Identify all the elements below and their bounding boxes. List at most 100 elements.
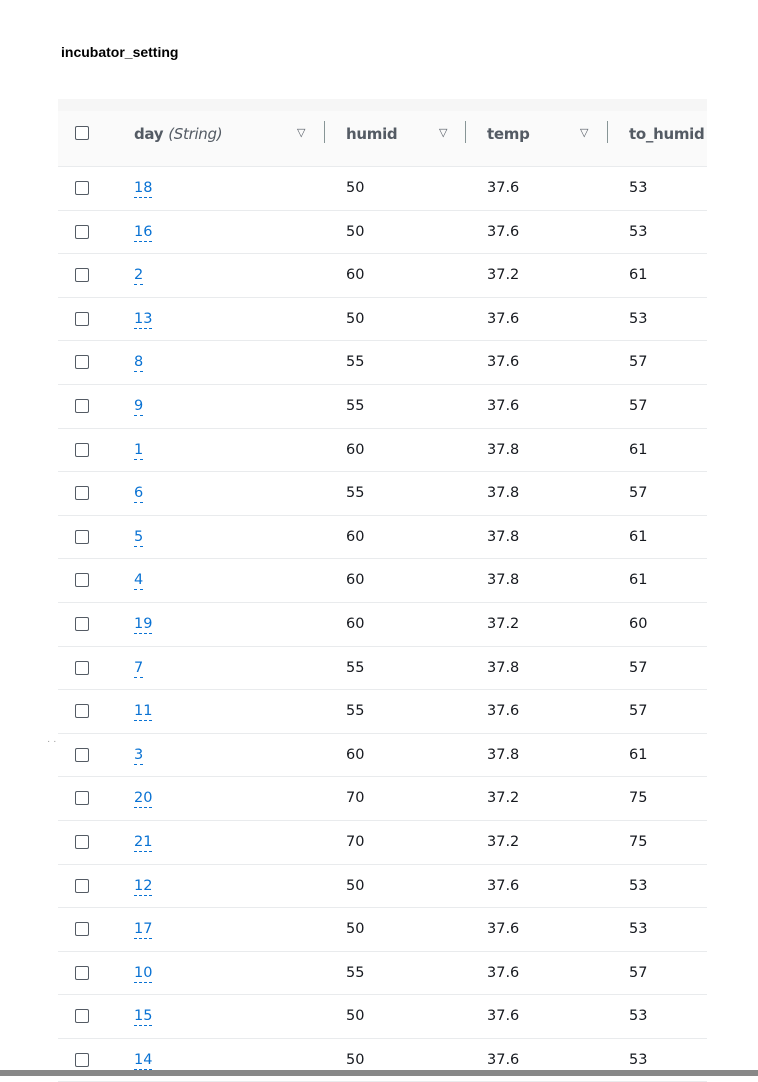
column-header-day[interactable]: day (String): [134, 123, 223, 145]
row-checkbox[interactable]: [75, 616, 89, 631]
day-link[interactable]: 2: [134, 267, 144, 286]
day-link[interactable]: 4: [134, 572, 144, 591]
table-row[interactable]: 4 60 37.8 61: [58, 559, 707, 603]
day-link[interactable]: 15: [134, 1008, 153, 1027]
cell-temp: 37.8: [487, 659, 520, 676]
select-all-checkbox[interactable]: [75, 126, 89, 140]
day-link[interactable]: 19: [134, 616, 153, 634]
table-row[interactable]: 7 55 37.8 57: [58, 647, 707, 691]
header-band: [58, 99, 707, 111]
table-row[interactable]: 8 55 37.6 57: [58, 341, 707, 385]
column-header-temp[interactable]: temp: [487, 123, 530, 145]
data-table: day (String) ▽ humid ▽ temp ▽ to_humid 1…: [58, 99, 707, 1082]
day-link[interactable]: 17: [134, 921, 153, 940]
cell-humid: 60: [346, 441, 365, 458]
table-row[interactable]: 2 60 37.2 61: [58, 254, 707, 298]
cell-to-humid: 61: [629, 441, 648, 458]
table-row[interactable]: 16 50 37.6 53: [58, 211, 707, 255]
column-label-day: day: [134, 125, 164, 143]
row-checkbox[interactable]: [75, 1052, 89, 1067]
day-link[interactable]: 7: [134, 660, 144, 678]
cell-to-humid: 61: [629, 267, 648, 284]
day-link[interactable]: 14: [134, 1052, 153, 1070]
sort-caret-down-icon[interactable]: ▽: [580, 126, 588, 139]
row-checkbox[interactable]: [75, 704, 89, 719]
row-checkbox[interactable]: [75, 398, 89, 413]
cell-humid: 50: [346, 1008, 365, 1025]
scrollbar-track[interactable]: [0, 1070, 758, 1076]
row-checkbox[interactable]: [75, 529, 89, 544]
cell-temp: 37.8: [487, 485, 520, 502]
cell-to-humid: 53: [629, 921, 648, 938]
table-row[interactable]: 9 55 37.6 57: [58, 385, 707, 429]
day-link[interactable]: 6: [134, 485, 144, 504]
row-checkbox[interactable]: [75, 181, 89, 195]
cell-humid: 55: [346, 703, 365, 720]
cell-to-humid: 57: [629, 964, 648, 981]
row-checkbox[interactable]: [75, 311, 89, 326]
day-link[interactable]: 10: [134, 965, 153, 983]
row-checkbox[interactable]: [75, 442, 89, 457]
row-checkbox[interactable]: [75, 224, 89, 239]
cell-day: 15: [134, 995, 153, 1038]
day-link[interactable]: 13: [134, 311, 153, 329]
day-link[interactable]: 3: [134, 747, 144, 765]
cell-temp: 37.8: [487, 528, 520, 545]
row-checkbox[interactable]: [75, 486, 89, 501]
row-checkbox[interactable]: [75, 268, 89, 283]
table-row[interactable]: 18 50 37.6 53: [58, 167, 707, 211]
row-checkbox[interactable]: [75, 791, 89, 806]
day-link[interactable]: 8: [134, 354, 144, 373]
table-row[interactable]: 20 70 37.2 75: [58, 777, 707, 821]
cell-to-humid: 53: [629, 310, 648, 327]
page-title: incubator_setting: [61, 44, 179, 60]
row-checkbox[interactable]: [75, 1009, 89, 1024]
column-type-day: (String): [168, 125, 223, 143]
row-checkbox[interactable]: [75, 355, 89, 370]
cell-to-humid: 57: [629, 703, 648, 720]
table-row[interactable]: 12 50 37.6 53: [58, 865, 707, 909]
row-checkbox[interactable]: [75, 922, 89, 937]
column-resizer[interactable]: [465, 121, 466, 143]
table-row[interactable]: 1 60 37.8 61: [58, 429, 707, 473]
day-link[interactable]: 11: [134, 703, 153, 722]
row-checkbox[interactable]: [75, 660, 89, 675]
sort-caret-down-icon[interactable]: ▽: [439, 126, 447, 139]
row-checkbox[interactable]: [75, 965, 89, 980]
table-row[interactable]: 6 55 37.8 57: [58, 472, 707, 516]
day-link[interactable]: 20: [134, 790, 153, 809]
table-row[interactable]: 15 50 37.6 53: [58, 995, 707, 1039]
row-checkbox[interactable]: [75, 573, 89, 588]
day-link[interactable]: 9: [134, 398, 144, 416]
cell-temp: 37.6: [487, 397, 520, 414]
day-link[interactable]: 1: [134, 442, 144, 460]
day-link[interactable]: 18: [134, 180, 153, 198]
table-row[interactable]: 11 55 37.6 57: [58, 690, 707, 734]
row-checkbox[interactable]: [75, 834, 89, 849]
row-checkbox[interactable]: [75, 878, 89, 893]
day-link[interactable]: 12: [134, 878, 153, 896]
column-resizer[interactable]: [607, 121, 608, 143]
day-link[interactable]: 16: [134, 224, 153, 242]
day-link[interactable]: 5: [134, 529, 144, 547]
table-row[interactable]: 3 60 37.8 61: [58, 734, 707, 778]
sort-caret-down-icon[interactable]: ▽: [297, 126, 305, 139]
table-row[interactable]: 17 50 37.6 53: [58, 908, 707, 952]
row-checkbox[interactable]: [75, 747, 89, 762]
table-row[interactable]: 5 60 37.8 61: [58, 516, 707, 560]
cell-to-humid: 53: [629, 1008, 648, 1025]
column-header-humid[interactable]: humid: [346, 123, 398, 145]
table-row[interactable]: 19 60 37.2 60: [58, 603, 707, 647]
cell-to-humid: 61: [629, 572, 648, 589]
cell-temp: 37.8: [487, 572, 520, 589]
column-header-to-humid[interactable]: to_humid: [629, 123, 705, 145]
table-row[interactable]: 13 50 37.6 53: [58, 298, 707, 342]
table-row[interactable]: 10 55 37.6 57: [58, 952, 707, 996]
cell-to-humid: 53: [629, 223, 648, 240]
cell-to-humid: 60: [629, 615, 648, 632]
day-link[interactable]: 21: [134, 834, 153, 852]
column-resizer[interactable]: [324, 121, 325, 143]
cell-temp: 37.6: [487, 703, 520, 720]
table-row[interactable]: 21 70 37.2 75: [58, 821, 707, 865]
cell-humid: 55: [346, 964, 365, 981]
